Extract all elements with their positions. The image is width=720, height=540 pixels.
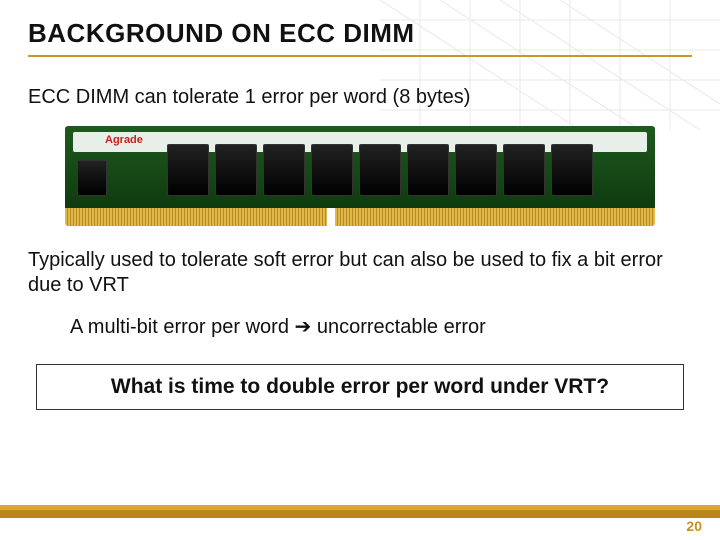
indent-prefix: A multi-bit error per word [70,316,295,338]
indent-suffix: uncorrectable error [311,316,486,338]
paragraph-3: A multi-bit error per word ➔ uncorrectab… [70,314,692,340]
dimm-ecc-chip [77,160,107,196]
dimm-chip [551,144,593,196]
dimm-chip [503,144,545,196]
paragraph-1: ECC DIMM can tolerate 1 error per word (… [28,85,692,110]
paragraph-2: Typically used to tolerate soft error bu… [28,248,692,298]
dimm-chips [167,144,593,196]
slide: BACKGROUND ON ECC DIMM ECC DIMM can tole… [0,0,720,540]
dimm-key-notch [327,208,335,226]
title-underline [28,55,692,57]
dimm-chip [455,144,497,196]
dimm-chip [359,144,401,196]
dimm-chip [263,144,305,196]
dimm-chip [215,144,257,196]
dimm-chip [311,144,353,196]
dimm-chip [167,144,209,196]
dimm-image: Agrade [65,126,655,226]
arrow-icon: ➔ [295,316,312,338]
dimm-chip [407,144,449,196]
slide-title: BACKGROUND ON ECC DIMM [28,18,692,49]
dimm-brand-label: Agrade [105,134,143,146]
dimm-contacts [65,208,655,226]
callout-box: What is time to double error per word un… [36,364,684,410]
